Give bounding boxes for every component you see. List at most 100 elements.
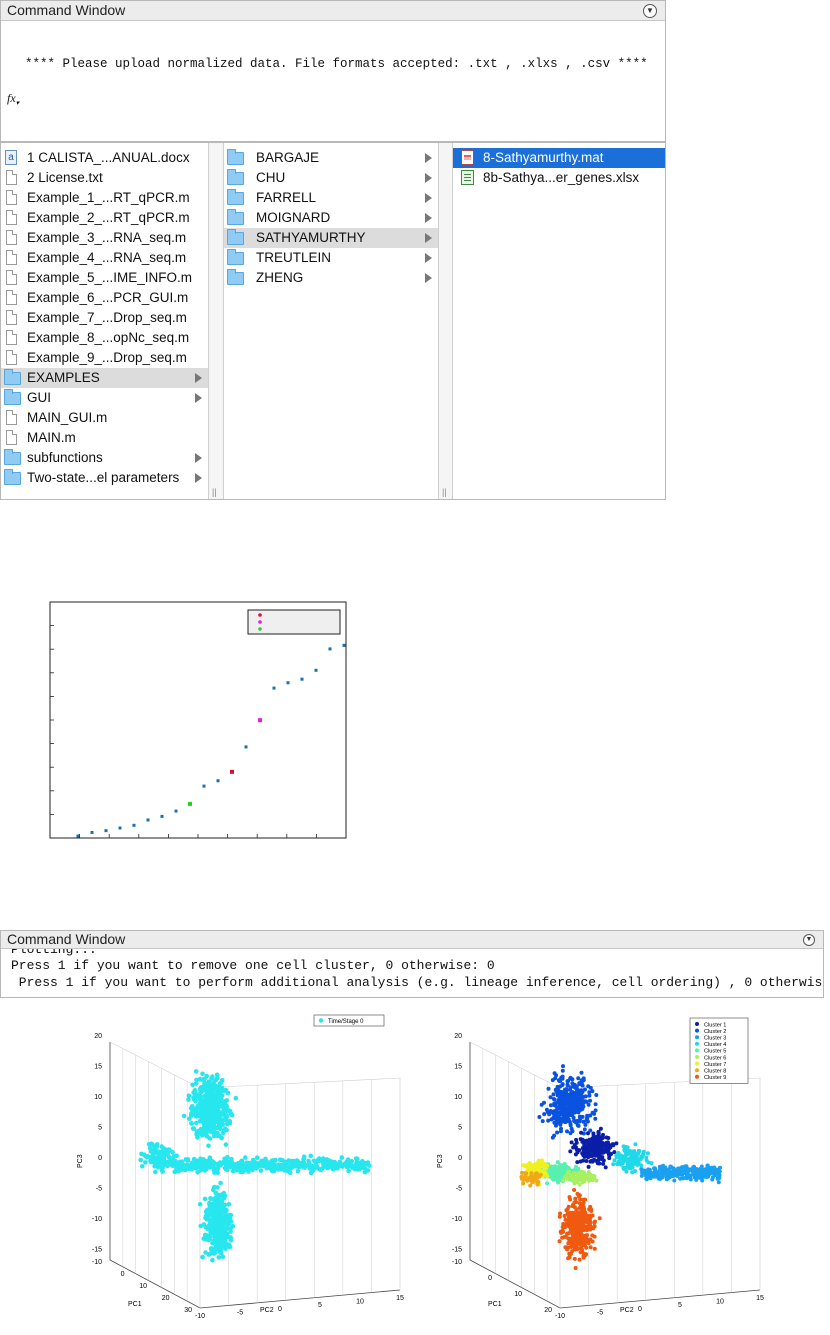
data-point [181, 1166, 187, 1172]
y-tick-label: 10 [454, 1094, 462, 1101]
data-point [555, 1160, 560, 1165]
file-browser-column-1[interactable]: a 1 CALISTA_...ANUAL.docx 2 License.txt Exa… [1, 143, 209, 499]
data-point [618, 1155, 622, 1160]
column-splitter-1[interactable]: || [209, 143, 224, 499]
data-point [545, 1181, 550, 1186]
data-point [659, 1170, 664, 1175]
data-point [254, 1164, 260, 1170]
data-point [569, 1140, 574, 1145]
data-point [207, 1200, 212, 1206]
data-point [198, 1127, 204, 1132]
data-point [576, 1109, 581, 1114]
data-point [189, 1121, 194, 1126]
data-point [238, 1169, 243, 1175]
data-point [581, 1201, 586, 1206]
data-point [203, 1162, 209, 1168]
file-item[interactable]: 8b-Sathya...er_genes.xlsx [453, 168, 665, 188]
data-point [209, 1248, 215, 1254]
file-item[interactable]: FARRELL [224, 188, 438, 208]
file-item[interactable]: ZHENG [224, 268, 438, 288]
data-point [228, 1219, 234, 1224]
file-item[interactable]: a 1 CALISTA_...ANUAL.docx [1, 148, 208, 168]
data-point [565, 1207, 570, 1212]
data-point [557, 1079, 562, 1083]
data-point [568, 1123, 573, 1128]
command-window-body[interactable]: **** Please upload normalized data. File… [1, 21, 665, 141]
file-item[interactable]: Example_3_...RNA_seq.m [1, 228, 208, 248]
fx-icon[interactable]: fx▾ [7, 91, 19, 107]
data-point [588, 1207, 592, 1212]
command-window-2-body[interactable]: Plotting... Press 1 if you want to remov… [1, 949, 823, 997]
folder-icon [227, 269, 244, 285]
data-point [560, 1068, 565, 1073]
data-point [143, 1160, 148, 1165]
data-point [566, 1117, 571, 1122]
file-item[interactable]: SATHYAMURTHY [224, 228, 438, 248]
data-point [346, 1168, 351, 1174]
data-point [272, 686, 276, 690]
file-item[interactable]: 2 License.txt [1, 168, 208, 188]
file-item[interactable]: BARGAJE [224, 148, 438, 168]
file-item[interactable]: EXAMPLES [1, 368, 208, 388]
y-tick-label: -5 [456, 1186, 462, 1193]
data-point [118, 826, 122, 830]
legend-label: Cluster 7 [704, 1062, 726, 1068]
data-point [595, 1135, 600, 1140]
data-point [606, 1136, 611, 1140]
data-point [579, 1099, 584, 1104]
file-browser-column-3[interactable]: 8-Sathyamurthy.mat 8b-Sathya...er_genes.x… [453, 143, 665, 499]
file-item[interactable]: Example_1_...RT_qPCR.m [1, 188, 208, 208]
data-point [614, 1141, 619, 1146]
file-item[interactable]: Two-state...el parameters [1, 468, 208, 488]
data-point [572, 1222, 577, 1226]
data-point [325, 1158, 331, 1163]
file-item[interactable]: Example_8_...opNc_seq.m [1, 328, 208, 348]
data-point [104, 829, 108, 833]
data-point [568, 1075, 573, 1080]
file-browser-column-2[interactable]: BARGAJE CHU FARRELL MOIGNARD SATHYAMURTHY TRE… [224, 143, 439, 499]
data-point [577, 1218, 582, 1223]
command-output-message: **** Please upload normalized data. File… [25, 57, 648, 71]
depth-axis-label: PC1 [128, 1301, 142, 1308]
file-item[interactable]: Example_4_...RNA_seq.m [1, 248, 208, 268]
file-item[interactable]: TREUTLEIN [224, 248, 438, 268]
data-point [588, 1245, 593, 1250]
data-point [211, 1226, 217, 1231]
data-point [557, 1214, 562, 1219]
file-item[interactable]: MOIGNARD [224, 208, 438, 228]
data-point [582, 1127, 587, 1132]
file-item[interactable]: MAIN.m [1, 428, 208, 448]
file-item[interactable]: Example_9_...Drop_seq.m [1, 348, 208, 368]
data-point [648, 1173, 653, 1178]
chevron-down-icon[interactable]: ▼ [803, 934, 815, 946]
data-point [223, 1101, 228, 1106]
data-point [569, 1251, 573, 1256]
file-item[interactable]: MAIN_GUI.m [1, 408, 208, 428]
chevron-down-icon[interactable]: ▼ [643, 4, 657, 18]
data-point [188, 801, 192, 806]
legend-marker [695, 1068, 699, 1073]
column-splitter-2[interactable]: || [439, 143, 453, 499]
data-point [582, 1148, 587, 1153]
data-point [530, 1177, 535, 1182]
file-item[interactable]: 8-Sathyamurthy.mat [453, 148, 665, 168]
data-point [215, 1210, 221, 1216]
data-point [588, 1098, 592, 1103]
file-item[interactable]: GUI [1, 388, 208, 408]
file-browser: a 1 CALISTA_...ANUAL.docx 2 License.txt Exa… [0, 142, 666, 500]
file-item[interactable]: subfunctions [1, 448, 208, 468]
data-point [220, 1194, 225, 1200]
data-point [688, 1175, 693, 1180]
data-point [302, 1165, 307, 1170]
data-point [635, 1157, 639, 1162]
file-item[interactable]: Example_2_...RT_qPCR.m [1, 208, 208, 228]
data-point [199, 1077, 205, 1082]
file-item[interactable]: Example_7_...Drop_seq.m [1, 308, 208, 328]
file-item[interactable]: CHU [224, 168, 438, 188]
legend-label: Cluster 2 [704, 1029, 726, 1035]
data-point [574, 1103, 579, 1108]
data-point [546, 1086, 551, 1091]
file-item[interactable]: Example_5_...IME_INFO.m [1, 268, 208, 288]
file-item[interactable]: Example_6_...PCR_GUI.m [1, 288, 208, 308]
data-point [584, 1159, 589, 1163]
